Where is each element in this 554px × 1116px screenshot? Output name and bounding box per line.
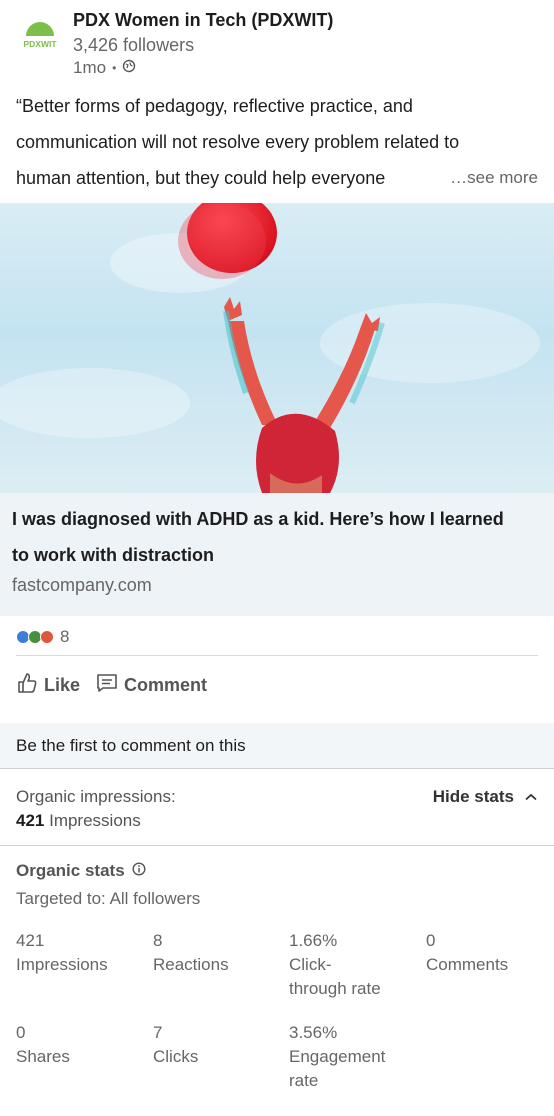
stat-value: 421 bbox=[16, 931, 45, 950]
stat-label: Shares bbox=[16, 1047, 70, 1066]
targeted-audience: Targeted to: All followers bbox=[16, 889, 201, 908]
stat-reactions: 8 Reactions bbox=[153, 929, 229, 977]
stat-value: 0 bbox=[426, 931, 436, 950]
reactions-summary[interactable]: 8 bbox=[16, 626, 69, 648]
divider bbox=[0, 768, 554, 769]
stat-label: rate bbox=[289, 1071, 319, 1090]
impressions-unit: Impressions bbox=[44, 811, 141, 830]
divider bbox=[0, 845, 554, 846]
see-more-link[interactable]: …see more bbox=[446, 160, 538, 196]
chevron-up-icon bbox=[524, 787, 538, 807]
stat-engagement-rate: 3.56% Engagement rate bbox=[289, 1021, 385, 1093]
stat-label: Click- bbox=[289, 955, 332, 974]
stat-value: 8 bbox=[153, 931, 163, 950]
stat-label: through rate bbox=[289, 979, 381, 998]
stat-impressions: 421 Impressions bbox=[16, 929, 108, 977]
post-header: PDXWIT PDX Women in Tech (PDXWIT) 3,426 … bbox=[0, 0, 554, 88]
post-actions: Like Comment bbox=[16, 664, 223, 706]
post-text-line: communication will not resolve every pro… bbox=[16, 132, 460, 152]
first-comment-text: Be the first to comment on this bbox=[16, 736, 246, 755]
link-title-line: to work with distraction bbox=[12, 545, 215, 565]
comment-icon bbox=[96, 673, 124, 698]
organic-impressions-label: Organic impressions: bbox=[16, 787, 176, 806]
post-text-line: “Better forms of pedagogy, reflective pr… bbox=[16, 96, 413, 116]
reaction-count: 8 bbox=[60, 627, 70, 646]
organic-stats-title: Organic stats bbox=[16, 861, 146, 881]
article-image[interactable] bbox=[0, 203, 554, 493]
info-icon[interactable] bbox=[132, 861, 146, 881]
svg-text:PDXWIT: PDXWIT bbox=[23, 39, 57, 49]
stat-label: Impressions bbox=[16, 955, 108, 974]
post-time: 1mo bbox=[73, 58, 107, 77]
organic-stats-label: Organic stats bbox=[16, 861, 125, 880]
link-preview-card[interactable]: I was diagnosed with ADHD as a kid. Here… bbox=[0, 493, 554, 616]
link-domain: fastcompany.com bbox=[12, 575, 152, 595]
like-button[interactable]: Like bbox=[16, 671, 80, 700]
first-comment-prompt[interactable]: Be the first to comment on this bbox=[0, 723, 554, 769]
organic-impressions-value: 421 Impressions bbox=[16, 811, 141, 831]
stat-value: 3.56% bbox=[289, 1023, 338, 1042]
comment-button[interactable]: Comment bbox=[96, 673, 207, 698]
pdxwit-logo[interactable]: PDXWIT bbox=[20, 16, 60, 56]
stat-clicks: 7 Clicks bbox=[153, 1021, 198, 1069]
hide-stats-button[interactable]: Hide stats bbox=[433, 787, 538, 807]
thumbs-up-icon bbox=[16, 671, 44, 700]
divider bbox=[16, 655, 538, 656]
link-title[interactable]: I was diagnosed with ADHD as a kid. Here… bbox=[12, 501, 547, 573]
love-reaction-icon bbox=[40, 630, 54, 644]
stat-comments: 0 Comments bbox=[426, 929, 508, 977]
link-title-line: I was diagnosed with ADHD as a kid. Here… bbox=[12, 509, 504, 529]
stat-value: 7 bbox=[153, 1023, 163, 1042]
separator-dot: • bbox=[112, 61, 117, 75]
stat-label: Engagement bbox=[289, 1047, 386, 1066]
stat-shares: 0 Shares bbox=[16, 1021, 70, 1069]
globe-icon bbox=[122, 58, 136, 78]
stat-label: Reactions bbox=[153, 955, 229, 974]
stat-value: 1.66% bbox=[289, 931, 338, 950]
comment-label: Comment bbox=[124, 674, 208, 695]
hide-stats-label: Hide stats bbox=[432, 787, 514, 806]
stat-label: Comments bbox=[426, 955, 509, 974]
stat-label: Clicks bbox=[153, 1047, 199, 1066]
impressions-number: 421 bbox=[16, 811, 45, 830]
post-meta: 1mo • bbox=[73, 58, 136, 78]
stat-click-through-rate: 1.66% Click- through rate bbox=[289, 929, 381, 1001]
follower-count: 3,426 followers bbox=[73, 35, 195, 55]
like-label: Like bbox=[44, 674, 81, 695]
org-name[interactable]: PDX Women in Tech (PDXWIT) bbox=[73, 10, 333, 31]
stat-value: 0 bbox=[16, 1023, 26, 1042]
reaction-icons bbox=[16, 630, 54, 644]
